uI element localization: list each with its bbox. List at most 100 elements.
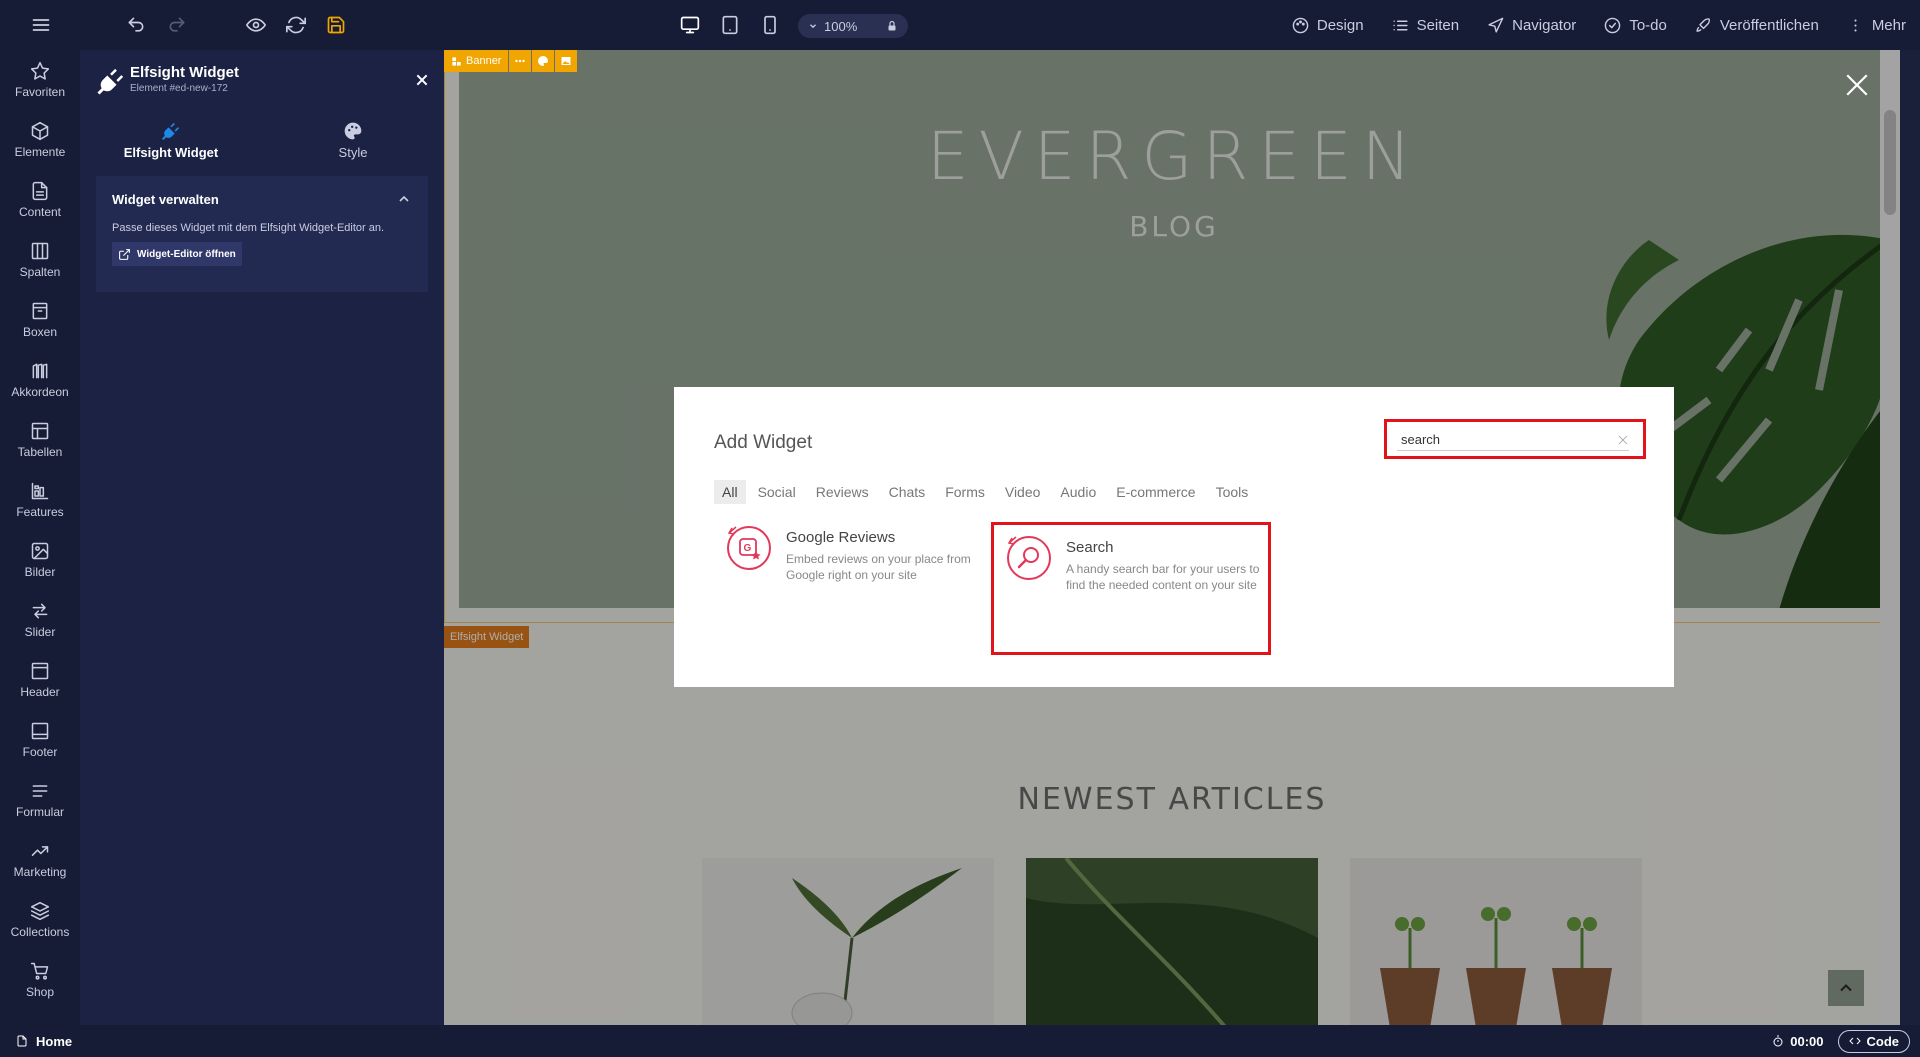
current-page-label: Home: [36, 1033, 73, 1049]
sidebar-item-akkordeon[interactable]: Akkordeon: [0, 350, 80, 410]
sidebar-item-features[interactable]: Features: [0, 470, 80, 530]
tablet-view-icon[interactable]: [715, 10, 745, 40]
sidebar-item-marketing[interactable]: Marketing: [0, 830, 80, 890]
sidebar-item-label: Content: [18, 205, 62, 219]
category-tabs: All Social Reviews Chats Forms Video Aud…: [714, 480, 1256, 504]
category-tools[interactable]: Tools: [1208, 480, 1257, 504]
sidebar-item-footer[interactable]: Footer: [0, 710, 80, 770]
sidebar-item-content[interactable]: Content: [0, 170, 80, 230]
sidebar-item-bilder[interactable]: Bilder: [0, 530, 80, 590]
clear-icon[interactable]: [1617, 434, 1629, 446]
refresh-icon[interactable]: [281, 10, 311, 40]
star-icon: [30, 61, 50, 80]
widget-card-google-reviews[interactable]: G Google Reviews Embed reviews on your p…: [714, 515, 994, 615]
timer: 00:00: [1772, 1033, 1824, 1049]
banner-tag-label: Banner: [444, 50, 509, 72]
sidebar-item-boxen[interactable]: Boxen: [0, 290, 80, 350]
open-widget-editor-button[interactable]: Widget-Editor öffnen: [112, 242, 242, 266]
sidebar-item-label: Akkordeon: [11, 385, 69, 399]
status-right: 00:00 Code: [1772, 1029, 1910, 1053]
close-icon[interactable]: [1844, 72, 1870, 98]
nav-design[interactable]: Design: [1278, 0, 1378, 50]
nav-navigator[interactable]: Navigator: [1473, 0, 1590, 50]
image-icon[interactable]: [555, 50, 578, 72]
nav-seiten-label: Seiten: [1416, 16, 1460, 34]
menu-icon[interactable]: [26, 10, 56, 40]
stopwatch-icon: [1773, 1035, 1783, 1047]
plug-icon: [161, 122, 180, 140]
lock-icon[interactable]: [886, 20, 898, 32]
banner-tag[interactable]: Banner: [444, 50, 578, 72]
sidebar-item-tabellen[interactable]: Tabellen: [0, 410, 80, 470]
category-chats[interactable]: Chats: [881, 480, 934, 504]
tab-style[interactable]: Style: [262, 110, 444, 170]
widget-search-box: search: [1384, 419, 1646, 459]
category-ecommerce[interactable]: E-commerce: [1108, 480, 1203, 504]
code-button[interactable]: Code: [1837, 1029, 1910, 1053]
category-audio[interactable]: Audio: [1052, 480, 1104, 504]
banner-tag-text: Banner: [466, 55, 502, 67]
sidebar-item-collections[interactable]: Collections: [0, 890, 80, 950]
zoom-control[interactable]: 100%: [798, 14, 908, 38]
chevron-down-icon: [810, 24, 816, 29]
current-page-link[interactable]: Home: [0, 1034, 72, 1049]
preview-eye-icon[interactable]: [241, 10, 271, 40]
accordion-description: Passe dieses Widget mit dem Elfsight Wid…: [112, 222, 385, 234]
sidebar-item-label: Collections: [10, 925, 70, 939]
widget-name: Google Reviews: [786, 529, 896, 546]
category-all[interactable]: All: [714, 480, 746, 504]
tab-elfsight-widget[interactable]: Elfsight Widget: [80, 110, 262, 170]
accordion-icon: [32, 363, 48, 379]
palette-icon: [1292, 17, 1309, 33]
sidebar-item-label: Header: [20, 685, 60, 699]
mobile-view-icon[interactable]: [755, 10, 785, 40]
sidebar-item-header[interactable]: Header: [0, 650, 80, 710]
palette-icon: [344, 122, 362, 139]
sidebar-item-elemente[interactable]: Elemente: [0, 110, 80, 170]
sidebar-item-shop[interactable]: Shop: [0, 950, 80, 1010]
top-toolbar: 100% Design Seiten Navigator To-do Veröf…: [0, 0, 1920, 50]
nav-todo[interactable]: To-do: [1590, 0, 1681, 50]
sidebar-item-label: Boxen: [22, 325, 58, 339]
category-forms[interactable]: Forms: [937, 480, 993, 504]
close-icon[interactable]: [414, 72, 430, 88]
properties-panel: Elfsight Widget Element #ed-new-172 Elfs…: [80, 50, 444, 1025]
tab-label: Style: [338, 144, 368, 160]
element-sidebar: Favoriten Elemente Content Spalten Boxen…: [0, 50, 80, 1025]
search-widget-icon: [1007, 536, 1051, 580]
add-widget-modal: Add Widget search All Social Reviews Cha…: [674, 387, 1674, 687]
category-reviews[interactable]: Reviews: [808, 480, 877, 504]
widget-search-input[interactable]: search: [1397, 429, 1629, 451]
category-video[interactable]: Video: [997, 480, 1049, 504]
sidebar-item-favoriten[interactable]: Favoriten: [0, 50, 80, 110]
desktop-view-icon[interactable]: [675, 10, 705, 40]
sidebar-item-slider[interactable]: Slider: [0, 590, 80, 650]
zoom-value: 100%: [824, 18, 858, 34]
accordion-header[interactable]: Widget verwalten: [96, 176, 428, 222]
box-icon: [32, 302, 48, 320]
layers-icon: [30, 901, 50, 921]
nav-publish[interactable]: Veröffentlichen: [1681, 0, 1833, 50]
save-icon[interactable]: [321, 10, 351, 40]
document-icon: [17, 1035, 27, 1047]
nav-more[interactable]: Mehr: [1833, 0, 1920, 50]
sidebar-item-formular[interactable]: Formular: [0, 770, 80, 830]
widget-card-search[interactable]: Search A handy search bar for your users…: [991, 522, 1271, 655]
list-icon: [1392, 20, 1408, 30]
category-social[interactable]: Social: [750, 480, 804, 504]
timer-value: 00:00: [1790, 1033, 1824, 1049]
modal-title: Add Widget: [714, 432, 813, 453]
sidebar-item-spalten[interactable]: Spalten: [0, 230, 80, 290]
more-options-icon[interactable]: [509, 50, 532, 72]
panel-subtitle: Element #ed-new-172: [130, 83, 228, 94]
widget-description: A handy search bar for your users to fin…: [1066, 562, 1260, 592]
undo-icon[interactable]: [121, 10, 151, 40]
panel-title: Elfsight Widget: [130, 64, 240, 81]
palette-icon[interactable]: [532, 50, 555, 72]
nav-seiten[interactable]: Seiten: [1378, 0, 1474, 50]
sidebar-item-label: Bilder: [24, 565, 56, 579]
redo-icon[interactable]: [162, 10, 192, 40]
nav-todo-label: To-do: [1629, 16, 1667, 34]
features-icon: [31, 482, 49, 500]
external-link-icon: [119, 248, 130, 260]
